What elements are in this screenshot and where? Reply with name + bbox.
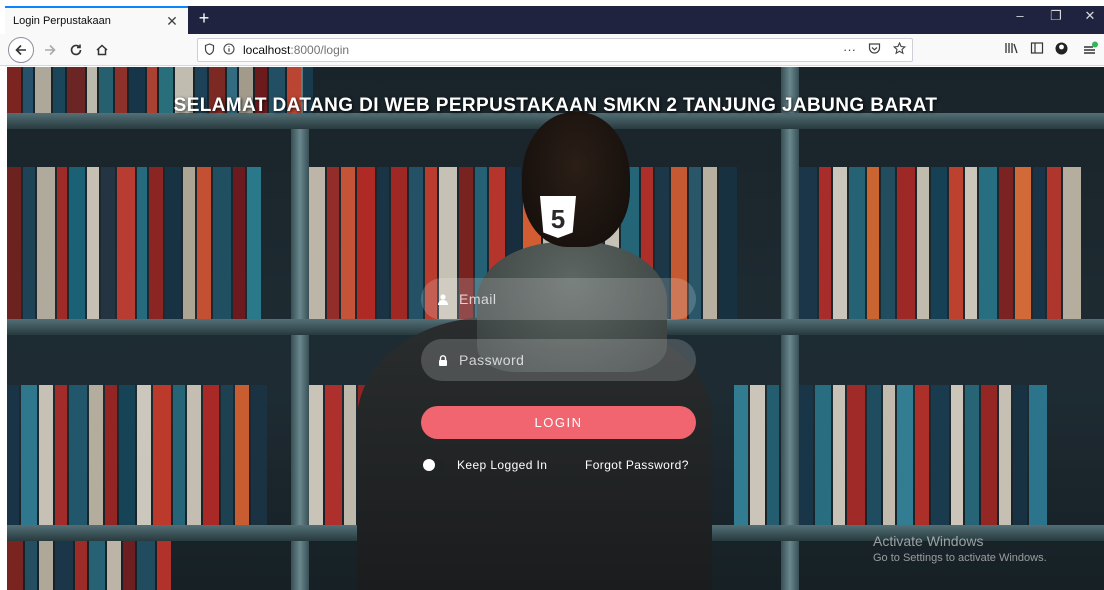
info-icon[interactable]	[223, 42, 235, 58]
url-host: localhost	[243, 43, 291, 57]
html5-logo-mark: 5	[551, 204, 565, 234]
user-icon	[437, 293, 449, 305]
url-bar[interactable]: localhost:8000/login ···	[197, 38, 913, 62]
more-icon[interactable]: ···	[843, 42, 856, 58]
menu-icon[interactable]	[1082, 41, 1098, 60]
tab-title: Login Perpustakaan	[13, 15, 111, 27]
reload-icon[interactable]	[66, 37, 86, 63]
library-icon[interactable]	[1004, 41, 1018, 58]
bookmark-star-icon[interactable]	[892, 41, 907, 58]
watermark-line-1: Activate Windows	[873, 533, 984, 549]
url-path: :8000/login	[290, 43, 350, 57]
page-title: SELAMAT DATANG DI WEB PERPUSTAKAAN SMKN …	[173, 95, 938, 116]
shield-icon[interactable]	[204, 42, 215, 58]
tab-login-perpustakaan[interactable]: Login Perpustakaan ✕	[5, 6, 188, 34]
password-field[interactable]	[421, 339, 696, 381]
html5-logo: 5	[540, 196, 576, 238]
keep-logged-in-label: Keep Logged In	[457, 458, 548, 472]
email-field[interactable]	[421, 278, 696, 320]
lock-icon	[437, 354, 449, 366]
toggle-knob	[423, 459, 435, 471]
forward-arrow-icon[interactable]	[40, 37, 60, 63]
windows-activation-watermark: Activate Windows Go to Settings to activ…	[873, 533, 1047, 564]
keep-logged-in-toggle[interactable]	[423, 459, 445, 471]
new-tab-button[interactable]: +	[194, 9, 214, 29]
account-icon[interactable]	[1054, 41, 1069, 59]
close-window-icon[interactable]: ✕	[1080, 8, 1100, 24]
pocket-icon[interactable]	[868, 42, 881, 58]
home-icon[interactable]	[92, 37, 112, 63]
page-viewport: SELAMAT DATANG DI WEB PERPUSTAKAAN SMKN …	[7, 67, 1104, 590]
forgot-password-link[interactable]: Forgot Password?	[585, 458, 689, 472]
tab-bar: Login Perpustakaan ✕ + – ❐ ✕	[0, 0, 1104, 34]
navigation-toolbar: localhost:8000/login ···	[0, 34, 1104, 66]
minimize-icon[interactable]: –	[1010, 8, 1030, 23]
back-arrow-icon[interactable]	[8, 37, 34, 63]
email-input[interactable]	[459, 291, 679, 307]
tab-close-icon[interactable]: ✕	[164, 13, 180, 30]
watermark-line-2: Go to Settings to activate Windows.	[873, 552, 1047, 564]
login-button[interactable]: LOGIN	[421, 406, 696, 439]
sidebar-icon[interactable]	[1030, 41, 1044, 58]
password-input[interactable]	[459, 352, 679, 368]
keep-logged-in-row[interactable]: Keep Logged In	[423, 458, 547, 472]
restore-icon[interactable]: ❐	[1046, 8, 1066, 24]
url-text: localhost:8000/login	[243, 43, 349, 57]
